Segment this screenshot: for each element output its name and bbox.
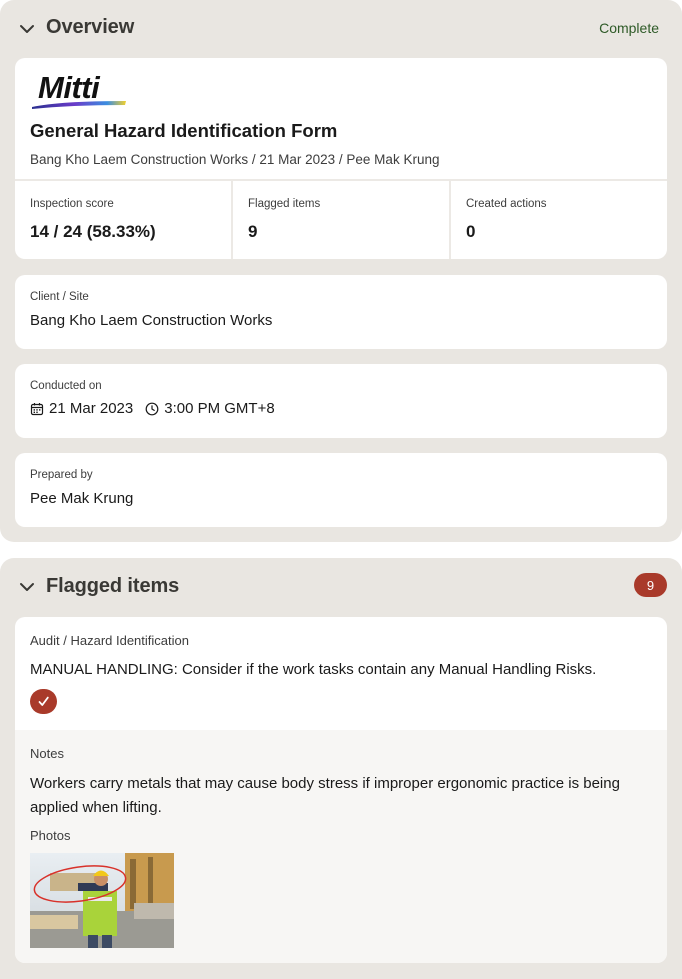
- flagged-items-title: Flagged items: [46, 575, 180, 597]
- notes-area: Notes Workers carry metals that may caus…: [15, 730, 667, 963]
- conducted-on-datetime: 21 Mar 2023 3:00 PM GMT+8: [30, 400, 275, 417]
- calendar-icon: [30, 402, 44, 415]
- stat-inspection-score: Inspection score 14 / 24 (58.33%): [15, 181, 231, 259]
- stat-created-actions[interactable]: Created actions 0: [449, 181, 667, 259]
- photos-label: Photos: [30, 828, 71, 843]
- client-site-label: Client / Site: [30, 291, 89, 303]
- stat-label: Inspection score: [30, 198, 114, 210]
- conducted-date: 21 Mar 2023: [49, 400, 134, 417]
- flagged-count-badge: 9: [634, 573, 667, 597]
- check-icon: [38, 696, 49, 706]
- prepared-by-value: Pee Mak Krung: [30, 490, 134, 507]
- conducted-on-card: Conducted on 21 Mar 2023 3:00 PM GMT+8: [15, 364, 667, 438]
- flagged-item-card[interactable]: Audit / Hazard Identification MANUAL HAN…: [15, 617, 667, 963]
- conducted-on-label: Conducted on: [30, 380, 102, 392]
- prepared-by-card: Prepared by Pee Mak Krung: [15, 453, 667, 527]
- form-subtitle: Bang Kho Laem Construction Works / 21 Ma…: [30, 152, 440, 167]
- stat-label: Created actions: [466, 198, 547, 210]
- flagged-items-header[interactable]: Flagged items 9: [0, 558, 682, 614]
- answer-badge: [30, 689, 57, 714]
- notes-text: Workers carry metals that may cause body…: [30, 775, 620, 816]
- conducted-time: 3:00 PM GMT+8: [164, 400, 275, 417]
- report-header-card: Mitti General Hazard Identification Form…: [15, 58, 667, 259]
- flagged-item-path: Audit / Hazard Identification: [30, 633, 189, 648]
- svg-text:Mitti: Mitti: [38, 70, 101, 105]
- chevron-down-icon[interactable]: [18, 578, 36, 596]
- client-site-value: Bang Kho Laem Construction Works: [30, 312, 273, 329]
- client-site-card: Client / Site Bang Kho Laem Construction…: [15, 275, 667, 349]
- stat-value: 9: [248, 222, 258, 241]
- stat-flagged-items[interactable]: Flagged items 9: [231, 181, 449, 259]
- overview-title: Overview: [46, 16, 135, 38]
- form-title: General Hazard Identification Form: [30, 120, 338, 141]
- prepared-by-label: Prepared by: [30, 469, 93, 481]
- flagged-item-question: MANUAL HANDLING: Consider if the work ta…: [30, 661, 597, 678]
- stat-label: Flagged items: [248, 198, 321, 210]
- status-label: Complete: [599, 20, 659, 36]
- chevron-down-icon[interactable]: [18, 20, 36, 38]
- company-logo: Mitti: [32, 70, 126, 109]
- photo-thumbnail[interactable]: [30, 853, 174, 948]
- stat-value: 0: [466, 222, 476, 241]
- stat-value: 14 / 24 (58.33%): [30, 222, 156, 241]
- overview-header[interactable]: Overview Complete: [0, 0, 682, 56]
- clock-icon: [145, 402, 159, 415]
- stats-row: Inspection score 14 / 24 (58.33%) Flagge…: [15, 179, 667, 259]
- notes-label: Notes: [30, 746, 64, 761]
